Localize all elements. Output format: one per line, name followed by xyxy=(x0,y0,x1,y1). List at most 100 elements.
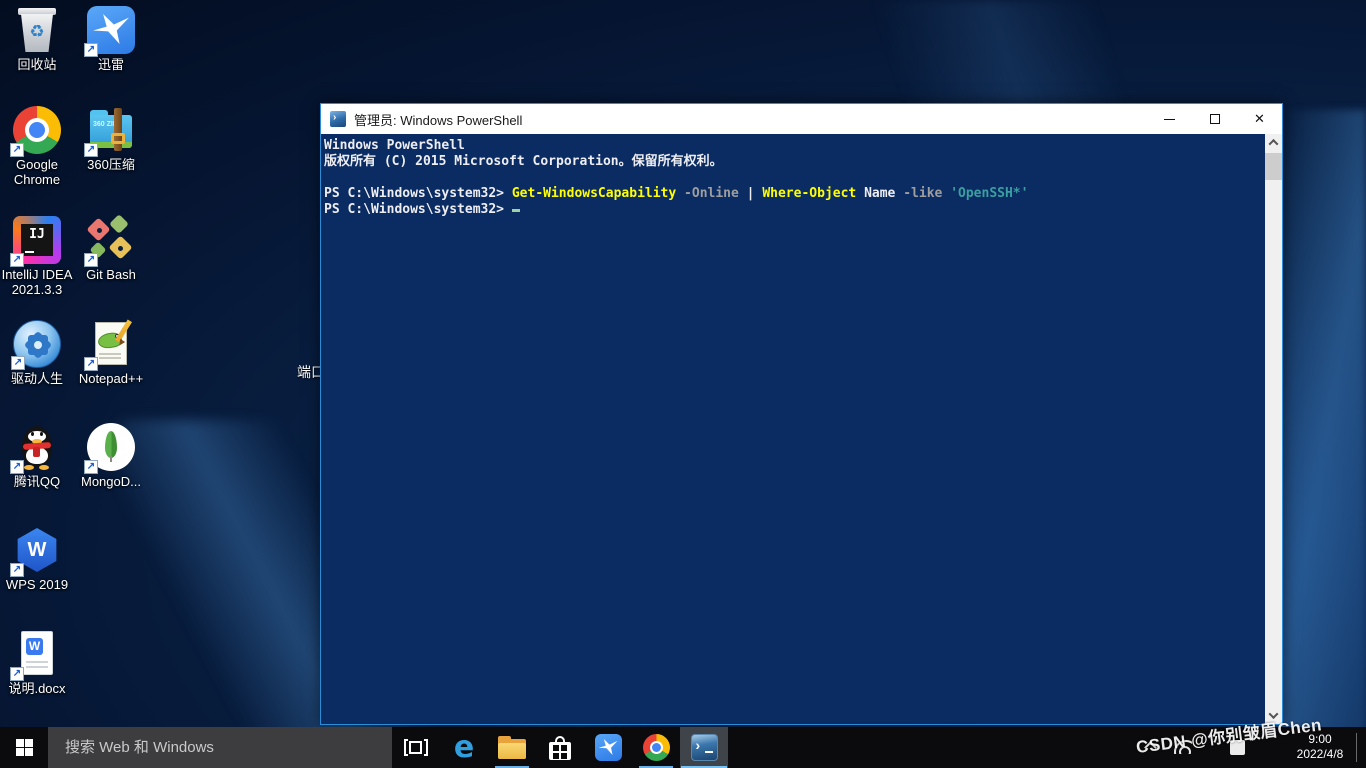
desktop-icon-google-chrome[interactable]: ↗ Google Chrome xyxy=(1,106,73,187)
task-view-icon xyxy=(404,738,428,757)
desktop-icon-label: 360压缩 xyxy=(87,157,135,172)
minimize-icon xyxy=(1164,118,1175,120)
taskbar-clock[interactable]: 9:00 2022/4/8 xyxy=(1288,732,1352,762)
taskbar-store-button[interactable] xyxy=(536,727,584,768)
shortcut-arrow-icon: ↗ xyxy=(84,460,98,474)
desktop-icon-wps[interactable]: W ↗ WPS 2019 xyxy=(1,526,73,592)
desktop-icon-label: IntelliJ IDEA 2021.3.3 xyxy=(1,267,73,297)
shortcut-arrow-icon: ↗ xyxy=(10,563,24,577)
taskbar-xunlei-button[interactable] xyxy=(584,727,632,768)
background-window-text-fragment: 端口 xyxy=(297,364,320,380)
maximize-button[interactable] xyxy=(1192,104,1237,134)
wps-hexagon-icon: W ↗ xyxy=(10,526,61,577)
shortcut-arrow-icon: ↗ xyxy=(11,356,25,370)
close-button[interactable]: ✕ xyxy=(1237,104,1282,134)
scroll-down-icon[interactable] xyxy=(1265,707,1282,724)
powershell-window: › 管理员: Windows PowerShell ✕ Windows Powe… xyxy=(320,103,1283,725)
taskbar-edge-button[interactable]: e xyxy=(440,727,488,768)
scrollbar-thumb[interactable] xyxy=(1265,153,1282,180)
wifi-icon[interactable] xyxy=(1174,740,1192,754)
word-document-icon: W ↗ xyxy=(10,630,61,681)
command-token: -like xyxy=(903,186,943,201)
desktop-icon-label: Git Bash xyxy=(86,267,136,282)
desktop-icon-label: 回收站 xyxy=(17,57,57,72)
desktop-icon-label: 说明.docx xyxy=(8,681,66,696)
desktop-icon-label: Google Chrome xyxy=(13,157,61,187)
desktop-icon-label: MongoD... xyxy=(81,474,141,489)
shortcut-arrow-icon: ↗ xyxy=(10,253,24,267)
desktop-icon-mongodb[interactable]: ↗ MongoD... xyxy=(75,423,147,489)
console-copyright-line: 版权所有 (C) 2015 Microsoft Corporation。保留所有… xyxy=(324,154,723,169)
ime-indicator[interactable] xyxy=(1230,740,1245,755)
store-bag-icon xyxy=(548,735,572,760)
command-token: 'OpenSSH*' xyxy=(950,186,1029,201)
text-cursor xyxy=(511,209,520,212)
vertical-scrollbar[interactable] xyxy=(1265,134,1282,724)
mongodb-leaf-icon: ↗ xyxy=(84,423,135,474)
command-token: -Online xyxy=(684,186,739,201)
xunlei-bird-icon xyxy=(594,734,622,761)
desktop-icon-360zip[interactable]: 360 ZIP ↗ 360压缩 xyxy=(75,106,147,172)
desktop-icon-xunlei[interactable]: ↗ 迅雷 xyxy=(75,6,147,72)
shortcut-arrow-icon: ↗ xyxy=(84,143,98,157)
desktop-icon-driver-life[interactable]: ↗ 驱动人生 xyxy=(1,320,73,386)
desktop-icon-notepadpp[interactable]: ↗ Notepad++ xyxy=(75,319,147,386)
powershell-icon: › xyxy=(690,734,718,761)
shortcut-arrow-icon: ↗ xyxy=(10,460,24,474)
powershell-icon: › xyxy=(330,111,346,127)
recycle-bin-icon: ♻ xyxy=(13,6,61,54)
shortcut-arrow-icon: ↗ xyxy=(84,43,98,57)
show-desktop-button[interactable] xyxy=(1357,727,1366,768)
shortcut-arrow-icon: ↗ xyxy=(10,143,24,157)
desktop-icon-label: 驱动人生 xyxy=(10,371,63,386)
xunlei-bird-icon: ↗ xyxy=(84,6,135,57)
windows-logo-icon xyxy=(15,739,33,756)
desktop-icon-recycle-bin[interactable]: ♻ 回收站 xyxy=(1,6,73,72)
desktop-icon-git-bash[interactable]: ↗ Git Bash xyxy=(75,214,147,282)
gear-icon: ↗ xyxy=(11,320,61,370)
maximize-icon xyxy=(1209,114,1220,124)
clock-date: 2022/4/8 xyxy=(1296,747,1344,761)
desktop-icon-readme-docx[interactable]: W ↗ 说明.docx xyxy=(1,630,73,696)
taskbar-powershell-button[interactable]: › xyxy=(680,727,728,768)
folder-icon xyxy=(498,736,526,759)
desktop-icon-qq[interactable]: ↗ 腾讯QQ xyxy=(1,423,73,489)
minimize-button[interactable] xyxy=(1147,104,1192,134)
chrome-icon xyxy=(642,734,670,761)
chrome-icon: ↗ xyxy=(10,106,61,157)
taskbar-chrome-button[interactable] xyxy=(632,727,680,768)
window-title: 管理员: Windows PowerShell xyxy=(354,112,523,128)
shortcut-arrow-icon: ↗ xyxy=(84,357,98,371)
shortcut-arrow-icon: ↗ xyxy=(84,253,98,267)
edge-icon: e xyxy=(453,729,475,765)
desktop-icon-intellij[interactable]: IJ ↗ IntelliJ IDEA 2021.3.3 xyxy=(1,216,73,297)
hidden-icons-caret[interactable] xyxy=(1144,741,1157,754)
notepad-plus-plus-icon: ↗ xyxy=(84,319,135,371)
desktop-icon-label: 迅雷 xyxy=(97,57,124,72)
console-banner-line: Windows PowerShell xyxy=(324,138,465,153)
console-output[interactable]: Windows PowerShell 版权所有 (C) 2015 Microso… xyxy=(321,134,1265,724)
close-icon: ✕ xyxy=(1254,111,1265,126)
task-view-button[interactable] xyxy=(392,727,440,768)
wallpaper-light-beam xyxy=(680,0,1240,118)
taskbar-search-input[interactable] xyxy=(48,727,392,768)
console-command-line: PS C:\Windows\system32> Get-WindowsCapab… xyxy=(324,186,1029,201)
desktop-icon-label: WPS 2019 xyxy=(5,577,69,592)
git-bash-icon: ↗ xyxy=(84,214,135,267)
zip-folder-icon: 360 ZIP ↗ xyxy=(84,106,135,157)
command-token: Get-WindowsCapability xyxy=(511,186,677,201)
console-prompt-line: PS C:\Windows\system32> xyxy=(324,202,1265,218)
command-token: Where-Object xyxy=(762,186,857,201)
start-button[interactable] xyxy=(0,727,48,768)
taskbar: e xyxy=(0,727,1366,768)
prompt: PS C:\Windows\system32> xyxy=(324,202,512,217)
shortcut-arrow-icon: ↗ xyxy=(10,667,24,681)
intellij-icon: IJ ↗ xyxy=(10,216,61,267)
window-titlebar[interactable]: › 管理员: Windows PowerShell ✕ xyxy=(321,104,1282,134)
scroll-up-icon[interactable] xyxy=(1265,134,1282,151)
taskbar-file-explorer-button[interactable] xyxy=(488,727,536,768)
desktop-icon-label: Notepad++ xyxy=(78,371,144,386)
prompt: PS C:\Windows\system32> xyxy=(324,186,512,201)
desktop-icon-label: 腾讯QQ xyxy=(13,474,61,489)
